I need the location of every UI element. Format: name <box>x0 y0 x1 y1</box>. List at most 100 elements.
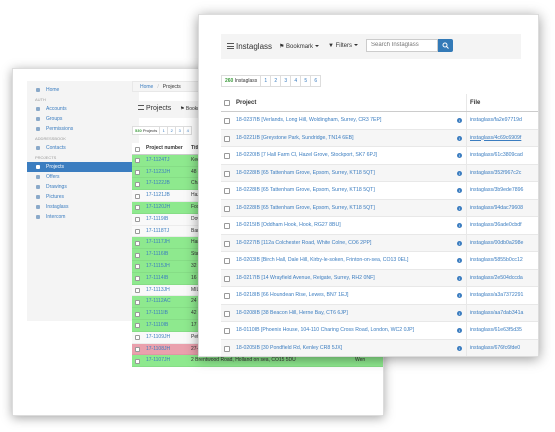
info-icon[interactable]: i <box>455 322 466 339</box>
page-link-6[interactable]: 6 <box>310 75 322 87</box>
file-link[interactable]: instaglass/5855b0cc12 <box>466 252 538 269</box>
row-checkbox[interactable] <box>221 235 234 252</box>
sidebar-item-offers[interactable]: Offers <box>27 172 139 182</box>
project-number-link[interactable]: 17-1117JH <box>144 237 188 248</box>
row-checkbox[interactable] <box>132 190 144 201</box>
sidebar-item-projects[interactable]: Projects <box>27 162 139 172</box>
project-link[interactable]: 18-0205IB [30 Pondfield Rd, Kenley CR8 5… <box>234 340 455 357</box>
sidebar-item-intercom[interactable]: Intercom <box>27 212 139 222</box>
row-checkbox[interactable] <box>132 237 144 248</box>
column-project[interactable]: Project <box>234 94 455 111</box>
project-number-link[interactable]: 17-1118TJ <box>144 226 188 237</box>
search-input[interactable] <box>371 42 437 48</box>
file-link[interactable]: instaglass/a3a7372291 <box>466 287 538 304</box>
info-icon[interactable]: i <box>455 165 466 182</box>
row-checkbox[interactable] <box>132 155 144 166</box>
project-link[interactable]: 18-0228IB [65 Tattenham Grove, Epsom, Su… <box>234 165 455 182</box>
row-checkbox[interactable] <box>221 112 234 129</box>
table-row[interactable]: 18-0203IB [Birch Hall, Dale Hill, Kirby-… <box>221 252 538 270</box>
info-icon[interactable]: i <box>455 235 466 252</box>
row-checkbox[interactable] <box>132 285 144 296</box>
project-number-link[interactable]: 17-1115JH <box>144 261 188 272</box>
table-row[interactable]: 17-1107JH 2 Brentwood Road, Holland on se… <box>132 355 383 368</box>
project-number-link[interactable]: 17-1110IB <box>144 320 188 331</box>
project-number-link[interactable]: 17-1116IB <box>144 249 188 260</box>
table-row[interactable]: 18-0220IB [7 Hall Farm Cl, Hazel Grove, … <box>221 147 538 165</box>
file-link[interactable]: instaglass/3b9ede7896 <box>466 182 538 199</box>
column-file[interactable]: File <box>466 94 538 111</box>
file-link[interactable]: instaglass/2e504dccda <box>466 269 538 286</box>
project-link[interactable]: 18-0227IB [112a Colchester Road, White C… <box>234 235 455 252</box>
row-checkbox[interactable] <box>132 178 144 189</box>
row-checkbox[interactable] <box>132 249 144 260</box>
info-icon[interactable]: i <box>455 217 466 234</box>
table-row[interactable]: 18-0228IB [65 Tattenham Grove, Epsom, Su… <box>221 182 538 200</box>
info-icon[interactable]: i <box>455 130 466 147</box>
table-row[interactable]: 18-0227IB [112a Colchester Road, White C… <box>221 234 538 252</box>
project-number-link[interactable]: 17-1107JH <box>144 355 188 366</box>
file-link[interactable]: instaglass/94dac79608 <box>466 199 538 216</box>
row-checkbox[interactable] <box>132 273 144 284</box>
project-link[interactable]: 18-0221IB [Greystone Park, Sundridge, TN… <box>234 130 455 147</box>
table-row[interactable]: 18-0221IB [Greystone Park, Sundridge, TN… <box>221 129 538 147</box>
row-checkbox[interactable] <box>132 344 144 355</box>
row-checkbox[interactable] <box>132 214 144 225</box>
search-button[interactable] <box>438 39 453 52</box>
table-row[interactable]: 18-0228IB [65 Tattenham Grove, Epsom, Su… <box>221 199 538 217</box>
info-icon[interactable]: i <box>455 147 466 164</box>
column-project-number[interactable]: Project number <box>144 143 188 154</box>
file-link[interactable]: instaglass/aa7dab341a <box>466 304 538 321</box>
sidebar-item-instaglass[interactable]: Instaglass <box>27 202 139 212</box>
project-number-link[interactable]: 17-1121JB <box>144 190 188 201</box>
project-number-link[interactable]: 17-1122JB <box>144 178 188 189</box>
info-icon[interactable]: i <box>455 270 466 287</box>
row-checkbox[interactable] <box>221 252 234 269</box>
row-checkbox[interactable] <box>132 202 144 213</box>
file-link[interactable]: instaglass/61e63f5d35 <box>466 322 538 339</box>
project-link[interactable]: 18-0228IB [65 Tattenham Grove, Epsom, Su… <box>234 182 455 199</box>
sidebar-item-accounts[interactable]: Accounts <box>27 104 139 114</box>
info-icon[interactable]: i <box>455 252 466 269</box>
project-link[interactable]: 18-0110IB [Phoenix House, 104-110 Charin… <box>234 322 455 339</box>
select-all-checkbox[interactable] <box>221 94 234 111</box>
row-checkbox[interactable] <box>221 165 234 182</box>
file-link[interactable]: instaglass/61c3809cad <box>466 147 538 164</box>
file-link[interactable]: instaglass/00db0a298e <box>466 234 538 251</box>
row-checkbox[interactable] <box>132 226 144 237</box>
row-checkbox[interactable] <box>221 287 234 304</box>
project-link[interactable]: 18-0208IB [38 Beacon Hill, Herne Bay, CT… <box>234 305 455 322</box>
row-checkbox[interactable] <box>221 217 234 234</box>
project-number-link[interactable]: 17-1120JH <box>144 202 188 213</box>
project-link[interactable]: 18-0203IB [Birch Hall, Dale Hill, Kirby-… <box>234 252 455 269</box>
info-icon[interactable]: i <box>455 287 466 304</box>
table-row[interactable]: 18-0205IB [30 Pondfield Rd, Kenley CR8 5… <box>221 339 538 357</box>
table-row[interactable]: 18-0217IB [14 Wrayfield Avenue, Reigate,… <box>221 269 538 287</box>
table-row[interactable]: 18-0110IB [Phoenix House, 104-110 Charin… <box>221 322 538 340</box>
project-number-link[interactable]: 17-1111IB <box>144 308 188 319</box>
file-link[interactable]: instaglass/36ade0cbdf <box>466 217 538 234</box>
row-checkbox[interactable] <box>221 200 234 217</box>
project-number-link[interactable]: 17-1112AC <box>144 296 188 307</box>
file-link[interactable]: instaglass/352f967c2c <box>466 164 538 181</box>
project-link[interactable]: 18-0228IB [65 Tattenham Grove, Epsom, Su… <box>234 200 455 217</box>
table-row[interactable]: 18-0228IB [65 Tattenham Grove, Epsom, Su… <box>221 164 538 182</box>
file-link[interactable]: instaglass/676fc6fde0 <box>466 339 538 356</box>
project-number-link[interactable]: 17-1124TJ <box>144 155 188 166</box>
table-row[interactable]: 18-0218IB [66 Houndean Rise, Lewes, BN7 … <box>221 287 538 305</box>
table-row[interactable]: 18-0237IB [Verlands, Long Hill, Woldingh… <box>221 112 538 130</box>
project-number-link[interactable]: 17-1108JH <box>144 344 188 355</box>
sidebar-item-contacts[interactable]: Contacts <box>27 143 139 153</box>
select-all-checkbox[interactable] <box>132 143 144 154</box>
sidebar-item-permissions[interactable]: Permissions <box>27 124 139 134</box>
row-checkbox[interactable] <box>221 147 234 164</box>
table-row[interactable]: 18-0215IB [Oddham Hook, Hook, RG27 8BU] i… <box>221 217 538 235</box>
info-icon[interactable]: i <box>455 305 466 322</box>
table-row[interactable]: 18-0208IB [38 Beacon Hill, Herne Bay, CT… <box>221 304 538 322</box>
info-icon[interactable]: i <box>455 112 466 129</box>
row-checkbox[interactable] <box>132 308 144 319</box>
project-link[interactable]: 18-0217IB [14 Wrayfield Avenue, Reigate,… <box>234 270 455 287</box>
project-link[interactable]: 18-0215IB [Oddham Hook, Hook, RG27 8BU] <box>234 217 455 234</box>
bookmark-menu[interactable]: ⚑ Bookmark <box>279 43 320 50</box>
info-icon[interactable]: i <box>455 340 466 357</box>
row-checkbox[interactable] <box>132 296 144 307</box>
